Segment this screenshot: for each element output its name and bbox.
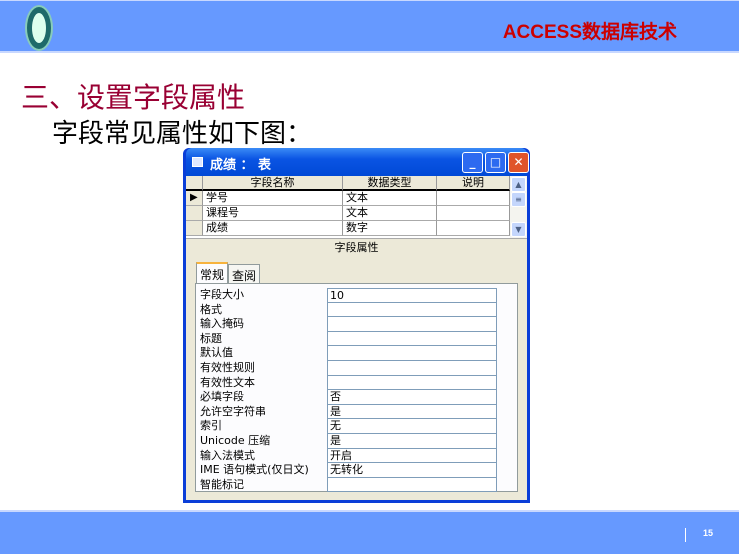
property-value[interactable]: 否: [327, 390, 497, 405]
description-cell[interactable]: [437, 221, 510, 236]
window-title: 成绩 ： 表: [210, 158, 272, 173]
current-row-indicator-icon: ▶: [186, 191, 203, 206]
property-label: 输入掩码: [200, 317, 244, 331]
property-row[interactable]: 必填字段 否: [200, 390, 497, 405]
property-label: 索引: [200, 419, 222, 433]
properties-panel: 字段大小 10 格式 输入掩码 标题 默认值 有效性规则 有效性文本 必填字段否允许空字符串是索…: [195, 283, 518, 493]
tab-general[interactable]: 常规: [196, 262, 229, 284]
property-label: 格式: [200, 302, 222, 316]
data-type-cell[interactable]: 文本: [343, 206, 437, 221]
property-label: 必填字段: [200, 390, 244, 404]
property-row[interactable]: 标题: [200, 331, 497, 347]
property-value[interactable]: 10: [327, 288, 497, 303]
property-value[interactable]: 无转化: [327, 463, 497, 478]
property-row[interactable]: 有效性规则: [200, 361, 497, 376]
scroll-thumb[interactable]: ≡: [511, 192, 526, 207]
property-row[interactable]: 输入法模式 开启: [200, 448, 497, 464]
property-label: 有效性文本: [200, 375, 255, 389]
property-label: 有效性规则: [200, 361, 255, 374]
property-value[interactable]: [327, 361, 497, 376]
table-row[interactable]: 课程号 文本: [186, 206, 510, 221]
course-title: ACCESS数据库技术: [502, 22, 677, 43]
property-value[interactable]: [327, 331, 497, 347]
maximize-button[interactable]: □: [485, 152, 506, 173]
title-bar[interactable]: 成绩 ： 表 _ □ ✕: [186, 148, 529, 176]
property-row[interactable]: 输入掩码: [200, 317, 497, 332]
table-row[interactable]: 成绩 数字: [186, 221, 510, 236]
school-logo: [25, 5, 53, 51]
grid-header: 字段名称 数据类型 说明: [186, 176, 510, 191]
property-row[interactable]: Unicode 压缩 是: [200, 434, 497, 449]
column-header-data-type[interactable]: 数据类型: [343, 176, 437, 191]
minimize-button[interactable]: _: [462, 152, 483, 173]
column-header-description[interactable]: 说明: [437, 176, 510, 191]
property-label: 标题: [200, 331, 222, 345]
property-label: Unicode 压缩: [200, 434, 271, 447]
property-value[interactable]: 开启: [327, 448, 497, 464]
property-row[interactable]: 索引 无: [200, 419, 497, 434]
description-cell[interactable]: [437, 191, 510, 206]
property-value[interactable]: [327, 302, 497, 318]
scroll-up-icon[interactable]: ▲: [511, 177, 526, 192]
property-row[interactable]: 默认值: [200, 346, 497, 361]
property-value[interactable]: [327, 477, 497, 493]
property-label: 字段大小: [200, 288, 244, 301]
property-row[interactable]: 字段大小 10: [200, 288, 497, 303]
property-label: 智能标记: [200, 477, 244, 491]
property-value[interactable]: [327, 346, 497, 361]
column-header-field-name[interactable]: 字段名称: [203, 176, 343, 191]
property-label: 允许空字符串: [200, 404, 266, 418]
property-row[interactable]: 智能标记: [200, 477, 497, 493]
tab-lookup[interactable]: 查阅: [228, 264, 261, 284]
property-label: 输入法模式: [200, 448, 255, 462]
field-name-cell[interactable]: 学号: [203, 191, 343, 206]
property-value[interactable]: 是: [327, 404, 497, 420]
property-row[interactable]: IME 语句模式(仅日文) 无转化: [200, 463, 497, 478]
slide-title: 三、设置字段属性: [21, 81, 246, 114]
grid-scrollbar[interactable]: ▲ ≡ ▼: [510, 176, 527, 238]
footer-divider: [685, 528, 686, 542]
table-design-window: 成绩 ： 表 _ □ ✕ 字段名称 数据类型 说明 ▶ 学号 文本 课程号 文本…: [183, 148, 530, 503]
description-cell[interactable]: [437, 206, 510, 221]
property-row[interactable]: 允许空字符串 是: [200, 404, 497, 420]
field-properties-label: 字段属性: [186, 238, 527, 255]
property-row[interactable]: 格式: [200, 302, 497, 318]
table-icon: [192, 157, 203, 167]
data-type-cell[interactable]: 数字: [343, 221, 437, 236]
table-row[interactable]: ▶ 学号 文本: [186, 191, 510, 206]
property-value[interactable]: [327, 375, 497, 391]
field-name-cell[interactable]: 成绩: [203, 221, 343, 236]
close-button[interactable]: ✕: [508, 152, 529, 173]
footer-band: 15: [0, 510, 739, 554]
property-value[interactable]: 无: [327, 419, 497, 434]
page-number: 15: [703, 528, 714, 538]
property-row[interactable]: 有效性文本: [200, 375, 497, 391]
field-grid: 字段名称 数据类型 说明 ▶ 学号 文本 课程号 文本 成绩 数字 ▲ ≡ ▼: [186, 176, 527, 238]
property-value[interactable]: 是: [327, 434, 497, 449]
scroll-down-icon[interactable]: ▼: [511, 222, 526, 237]
field-name-cell[interactable]: 课程号: [203, 206, 343, 221]
property-label: IME 语句模式(仅日文): [200, 463, 309, 477]
slide-subtitle: 字段常见属性如下图：: [52, 119, 313, 149]
property-label: 默认值: [200, 346, 233, 360]
property-value[interactable]: [327, 317, 497, 332]
header-band: ACCESS数据库技术: [0, 0, 739, 53]
data-type-cell[interactable]: 文本: [343, 191, 437, 206]
